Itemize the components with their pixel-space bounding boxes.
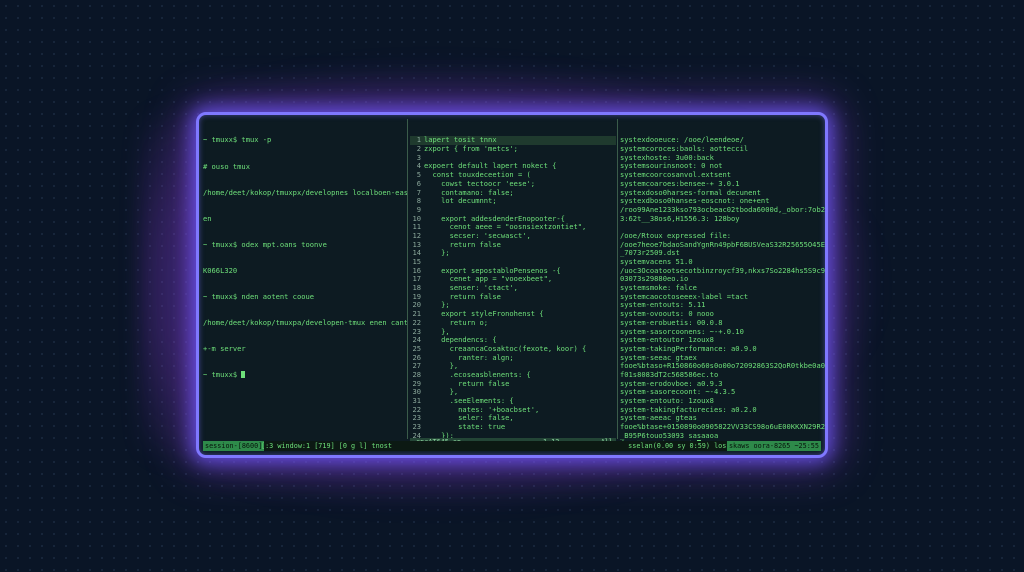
terminal-text: systemcoorcosanvol.extsent (620, 170, 732, 180)
pane-divider[interactable] (617, 119, 618, 439)
code-line: 8 lot decumnnt; (410, 196, 616, 206)
tmux-window-list[interactable]: [:3 window:1 [719] [0 g l] tnost (261, 441, 392, 451)
code-line: 2 zxport { from 'metcs'; (410, 144, 616, 154)
terminal-text: systexdboso0hanses-eoscnot: one+ent (620, 196, 770, 206)
code-text: contamano: false; (424, 187, 514, 197)
code-text: }; (424, 248, 450, 258)
code-text: export addesdenderEnopooter-{ (424, 213, 565, 223)
terminal-line: ~ tmuxx$ tmux -p (203, 135, 272, 145)
terminal-text: system-aeeac gteas (620, 413, 697, 423)
editor-code[interactable]: 1 lapert tosit tnnx 2 zxport { from 'metcs'… (410, 136, 616, 448)
code-line: 14 }; (410, 248, 616, 258)
terminal-text: 03073s29880eo.io (620, 274, 689, 284)
terminal-text: systexdooeuce: /ooe/leendeoe/ (620, 135, 744, 145)
terminal-text: system-takingfacturecies: a0.2.0 (620, 404, 757, 414)
terminal-text: systexdoso0harses-formal decunent (620, 187, 761, 197)
code-text: return false (424, 378, 510, 388)
code-text: .seeElements: { (424, 396, 514, 406)
terminal-text: system-takingPerformance: a0.9.0 (620, 343, 757, 353)
code-text: lapert tosit tnnx (424, 135, 497, 145)
code-text: export sepostabloPensenos -{ (424, 265, 561, 275)
terminal-text: systemvacens 51.0 (620, 257, 693, 267)
code-text: creaancaCosaktoc(fexote, koor) { (424, 343, 587, 353)
code-text: cowst tectoocr 'eese'; (424, 178, 536, 188)
code-text: export styleFronohenst { (424, 309, 544, 319)
code-text: expoert default lapert nokect { (424, 161, 557, 171)
code-text: return false (424, 239, 501, 249)
code-text: cenot aeee = "oosnsiextzontiet", (424, 222, 587, 232)
code-text: secser: 'secwasct', (424, 230, 531, 240)
terminal-line: ~ tmuxx$ odex mpt.oans toonve (203, 239, 327, 249)
pane-divider[interactable] (407, 119, 408, 439)
terminal-text: /ooe7heoe7bdaoSandYgnRn49pbF6BUSVeaS32R2… (620, 239, 826, 249)
code-text: lot decumnnt; (424, 196, 497, 206)
shell-prompt-line[interactable]: ~ tmuxx$ (203, 370, 407, 380)
terminal-text: _7073r2509.dst (620, 248, 680, 258)
code-text: state: true (424, 422, 506, 432)
code-text: ranter: algn; (424, 352, 514, 362)
code-text: .ecoseasblenents: { (424, 369, 531, 379)
terminal-text: /roo99Ane1233kso793ocbeac02tboda6000d,_o… (620, 204, 826, 214)
terminal-line: 3:62t__38os6,H1556.3: 128boy (620, 213, 825, 224)
terminal-text: fooe%btase+0150890o0905822VV33CS98o6uE00… (620, 422, 826, 432)
code-text: cenet app = "vooexbeet", (424, 274, 553, 284)
terminal-text: systexhoste: 3u00:back (620, 152, 714, 162)
shell-pane-right[interactable]: systexdooeuce: /ooe/leendeoe/systemcoroc… (620, 119, 826, 448)
terminal-text: system-entoutor 1zoux8 (620, 335, 714, 345)
code-text: senser: 'ctact', (424, 283, 518, 293)
terminal-text: systemcoroces:baols: aotteccil (620, 144, 749, 154)
tmux-session-label[interactable]: session-[8600] (203, 441, 265, 451)
terminal-text: systemcaocotoseeex-label =tact (620, 291, 749, 301)
code-text: }; (424, 300, 450, 310)
terminal-cursor (241, 371, 246, 379)
terminal-text: system-ovoouts: 0 nooo (620, 309, 714, 319)
terminal-line: /home/deet/kokop/tmuxpa/developen-tmux e… (203, 318, 407, 328)
code-text: dependencs: { (424, 335, 497, 345)
code-text: return o; (424, 317, 489, 327)
code-text: seler: false, (424, 413, 514, 423)
code-text: }, (424, 387, 459, 397)
terminal-line: en (203, 213, 212, 223)
terminal-text: 3:62t__38os6,H1556.3: 128boy (620, 213, 740, 223)
terminal-text: system-erobuetis: 00.0.8 (620, 317, 723, 327)
terminal-text: /ooe/Rtoux expressed file: (620, 230, 732, 240)
terminal-line: /home/deet/kokop/tmuxpx/developnes local… (203, 187, 407, 197)
code-text: nates: '+boacbset', (424, 404, 540, 414)
terminal-text: _B95P6touo53093 sasaaoa (620, 430, 719, 440)
shell-pane-left[interactable]: ~ tmuxx$ tmux -p # ouso tmux /home/deet/… (203, 119, 407, 448)
terminal-text: system-sasorcoonens: ~-+.0.10 (620, 326, 744, 336)
terminal-line: K066L320 (203, 265, 238, 275)
tmux-clock: skaws oora-8265 ~25:55 (726, 441, 821, 451)
terminal-output: systexdooeuce: /ooe/leendeoe/systemcoroc… (620, 135, 826, 448)
code-text: const touxdeceetion = ( (424, 170, 531, 180)
terminal-line: ~ tmuxx$ nden aotent cooue (203, 291, 315, 301)
code-text: zxport { from 'metcs'; (424, 144, 518, 154)
tmux-status-bar: session-[8600] [:3 window:1 [719] [0 g l… (203, 441, 821, 451)
code-text: }, (424, 326, 450, 336)
code-text: return false (424, 291, 501, 301)
terminal-line: +-m server (203, 344, 246, 354)
terminal-text: systemsourinsnoot: 0 not (620, 161, 723, 171)
terminal-text: system-erodovboe: a0.9.3 (620, 378, 723, 388)
terminal-text: system-entouto: 1zoux8 (620, 396, 714, 406)
terminal-text: fooe%btaso+R150860o60s0o00o72092863S2QoR… (620, 361, 826, 371)
shell-prompt: ~ tmuxx$ (203, 370, 242, 380)
terminal-text: system-sasorecoont: ~-4.3.5 (620, 387, 736, 397)
terminal-line: # ouso tmux (203, 161, 250, 171)
terminal-text: /uoc3Ocoatootsecotbinzroycf39,nkxs7So228… (620, 265, 826, 275)
code-text: }, (424, 361, 459, 371)
terminal-text: f01s8083dT2c568586ec.to (620, 369, 719, 379)
terminal-window[interactable]: ~ tmuxx$ tmux -p # ouso tmux /home/deet/… (196, 112, 828, 458)
terminal-text: system-seeac gtaex (620, 352, 697, 362)
terminal-text: system-entouts: 5.11 (620, 300, 706, 310)
terminal-text: systemsmoke: falce (620, 283, 697, 293)
editor-pane[interactable]: 1 lapert tosit tnnx 2 zxport { from 'metcs'… (410, 119, 616, 448)
terminal-text: systemcoaroes:bensee-+ 3.0.1 (620, 178, 740, 188)
